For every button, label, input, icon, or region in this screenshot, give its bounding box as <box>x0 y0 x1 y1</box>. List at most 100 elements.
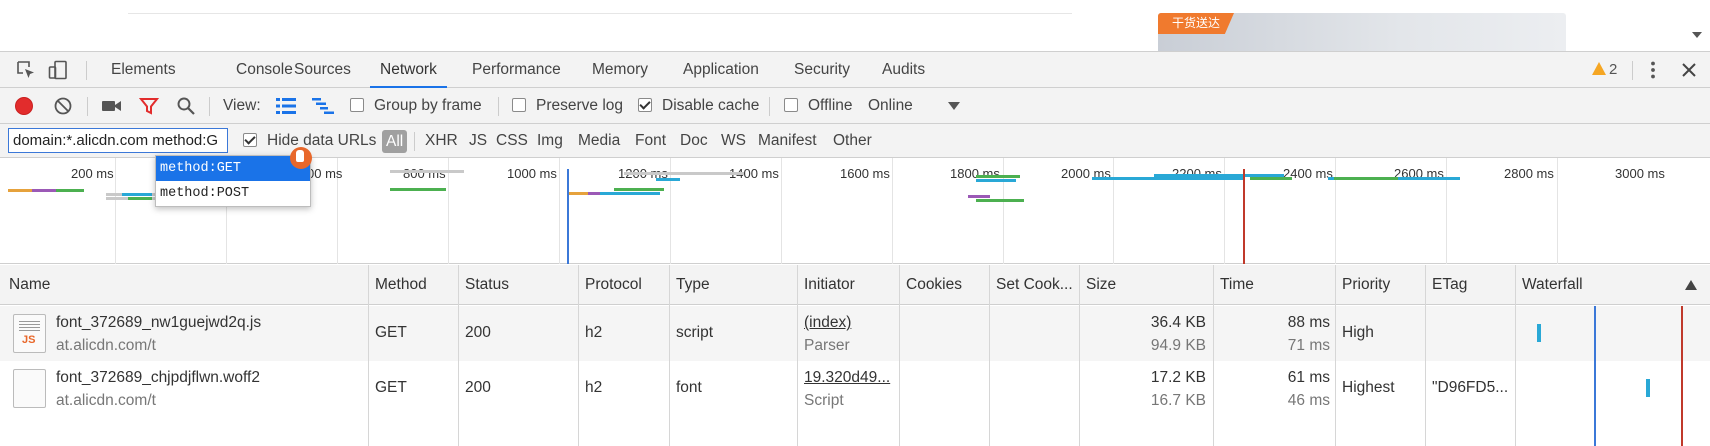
chevron-down-icon[interactable] <box>948 102 960 110</box>
tab-security[interactable]: Security <box>794 52 850 88</box>
column-divider[interactable] <box>1335 265 1336 446</box>
more-vert-icon[interactable] <box>1643 60 1663 80</box>
show-overview-icon[interactable] <box>312 97 334 115</box>
overview-tick-label: 2800 ms <box>1504 166 1554 181</box>
table-row[interactable]: font_372689_chjpdjflwn.woff2 at.alicdn.c… <box>0 361 1710 416</box>
column-protocol[interactable]: Protocol <box>585 265 665 305</box>
column-type[interactable]: Type <box>676 265 796 305</box>
column-waterfall[interactable]: Waterfall <box>1522 265 1642 305</box>
close-icon[interactable] <box>1679 60 1699 80</box>
mouse-cursor-icon <box>290 147 312 169</box>
column-priority[interactable]: Priority <box>1342 265 1422 305</box>
overview-tick-label: 1000 ms <box>507 166 557 181</box>
tab-sources[interactable]: Sources <box>294 52 351 88</box>
tab-audits[interactable]: Audits <box>882 52 925 88</box>
devtools-tabbar: Elements Console Sources Network Perform… <box>0 51 1710 89</box>
overview-tick-label: 00 ms <box>307 166 343 181</box>
filter-type-doc[interactable]: Doc <box>680 124 708 158</box>
request-time: 88 ms <box>1287 314 1330 331</box>
group-by-frame-checkbox[interactable] <box>350 98 364 112</box>
column-divider[interactable] <box>1425 265 1426 446</box>
capture-screenshots-icon[interactable] <box>101 96 123 116</box>
column-divider[interactable] <box>989 265 990 446</box>
request-name[interactable]: font_372689_chjpdjflwn.woff2 <box>56 369 260 387</box>
overview-gridline <box>1557 158 1558 264</box>
throttling-select[interactable]: Online <box>868 88 913 124</box>
request-type: font <box>676 379 702 396</box>
filter-type-manifest[interactable]: Manifest <box>758 124 817 158</box>
column-etag[interactable]: ETag <box>1432 265 1512 305</box>
disable-cache-label: Disable cache <box>662 97 760 114</box>
column-cookies[interactable]: Cookies <box>906 265 986 305</box>
column-initiator[interactable]: Initiator <box>804 265 899 305</box>
filter-type-media[interactable]: Media <box>578 124 620 158</box>
overview-request-bar <box>8 189 32 192</box>
overview-request-bar <box>128 197 152 200</box>
column-status[interactable]: Status <box>465 265 575 305</box>
overview-request-bar <box>1250 177 1292 180</box>
inspect-element-icon[interactable] <box>16 60 36 80</box>
column-divider[interactable] <box>1079 265 1080 446</box>
clear-icon[interactable] <box>53 96 73 116</box>
filter-input[interactable] <box>8 128 228 153</box>
request-size: 17.2 KB <box>1150 369 1206 386</box>
filter-type-font[interactable]: Font <box>635 124 666 158</box>
device-toolbar-icon[interactable] <box>48 60 68 80</box>
filter-icon[interactable] <box>139 96 159 116</box>
column-divider[interactable] <box>1213 265 1214 446</box>
tab-performance[interactable]: Performance <box>472 52 561 88</box>
tab-elements[interactable]: Elements <box>111 52 176 88</box>
column-set-cookies[interactable]: Set Cook... <box>996 265 1080 305</box>
page-divider <box>128 13 1072 14</box>
tab-console[interactable]: Console <box>236 52 293 88</box>
filter-type-all[interactable]: All <box>382 130 408 153</box>
autocomplete-item-get[interactable]: method:GET <box>156 156 310 181</box>
filter-type-img[interactable]: Img <box>537 124 563 158</box>
disable-cache-checkbox[interactable] <box>638 98 652 112</box>
tab-memory[interactable]: Memory <box>592 52 648 88</box>
overview-gridline <box>781 158 782 264</box>
sort-ascending-icon[interactable] <box>1685 280 1697 290</box>
column-divider[interactable] <box>578 265 579 446</box>
preserve-log-label: Preserve log <box>536 97 624 114</box>
column-divider[interactable] <box>669 265 670 446</box>
page-viewport-strip: 干货送达 <box>0 0 1710 51</box>
column-name[interactable]: Name <box>9 265 329 305</box>
filter-type-css[interactable]: CSS <box>496 124 528 158</box>
column-time[interactable]: Time <box>1220 265 1330 305</box>
tab-network[interactable]: Network <box>370 52 447 89</box>
record-icon[interactable] <box>14 96 34 116</box>
table-row[interactable]: JS font_372689_nw1guejwd2q.js at.alicdn.… <box>0 306 1710 361</box>
column-method[interactable]: Method <box>375 265 455 305</box>
tab-application[interactable]: Application <box>683 52 759 88</box>
warnings-count: 2 <box>1609 61 1618 78</box>
request-initiator-link[interactable]: 19.320d49... <box>804 369 898 387</box>
request-name[interactable]: font_372689_nw1guejwd2q.js <box>56 314 261 332</box>
overview-gridline <box>1335 158 1336 264</box>
filter-type-xhr[interactable]: XHR <box>425 124 458 158</box>
offline-checkbox[interactable] <box>784 98 798 112</box>
request-latency: 46 ms <box>1287 392 1330 409</box>
autocomplete-item-post[interactable]: method:POST <box>156 181 310 206</box>
large-request-rows-icon[interactable] <box>276 97 296 115</box>
request-initiator-link[interactable]: (index) <box>804 314 898 332</box>
search-icon[interactable] <box>176 96 196 116</box>
hide-data-urls-checkbox[interactable] <box>243 133 257 147</box>
warnings-counter[interactable]: 2 <box>1592 52 1617 88</box>
column-divider[interactable] <box>899 265 900 446</box>
filter-type-other[interactable]: Other <box>833 124 872 158</box>
filter-type-ws[interactable]: WS <box>721 124 746 158</box>
column-divider[interactable] <box>458 265 459 446</box>
filter-type-js[interactable]: JS <box>469 124 487 158</box>
filterbar-separator <box>414 132 415 151</box>
dom-content-loaded-marker <box>567 169 569 264</box>
column-size[interactable]: Size <box>1086 265 1206 305</box>
preserve-log-checkbox[interactable] <box>512 98 526 112</box>
offline-label: Offline <box>808 97 853 114</box>
overview-tick-label: 800 ms <box>403 166 446 181</box>
request-protocol: h2 <box>585 324 603 341</box>
column-divider[interactable] <box>368 265 369 446</box>
page-scroll-down-icon[interactable] <box>1692 32 1702 38</box>
column-divider[interactable] <box>797 265 798 446</box>
column-divider[interactable] <box>1515 265 1516 446</box>
